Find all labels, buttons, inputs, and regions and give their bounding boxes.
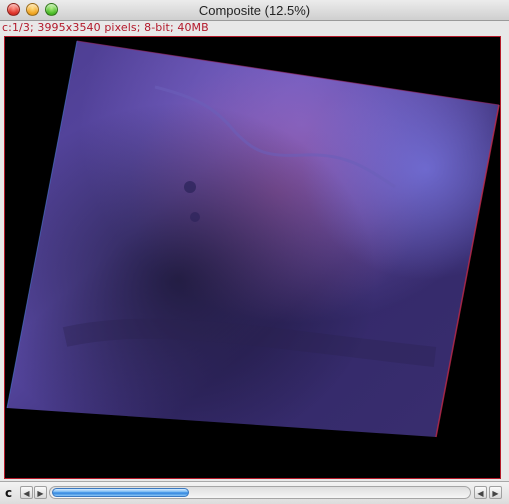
image-info-text: c:1/3; 3995x3540 pixels; 8-bit; 40MB	[2, 21, 209, 34]
window-titlebar[interactable]: Composite (12.5%)	[0, 0, 509, 21]
scroll-left-arrow-end-icon[interactable]: ◀	[474, 486, 487, 499]
window-title: Composite (12.5%)	[198, 3, 311, 18]
channel-label: c	[5, 486, 13, 500]
scroll-right-arrow-icon[interactable]: ▶	[34, 486, 47, 499]
scroll-track[interactable]	[49, 486, 471, 499]
scroll-right-arrow-end-icon[interactable]: ▶	[489, 486, 502, 499]
scroll-left-arrow-icon[interactable]: ◀	[20, 486, 33, 499]
image-canvas[interactable]	[4, 36, 501, 479]
channel-scrollbar[interactable]: c ◀ ▶ ◀ ▶	[0, 481, 509, 504]
satellite-image	[6, 40, 500, 438]
scroll-thumb[interactable]	[52, 488, 189, 497]
